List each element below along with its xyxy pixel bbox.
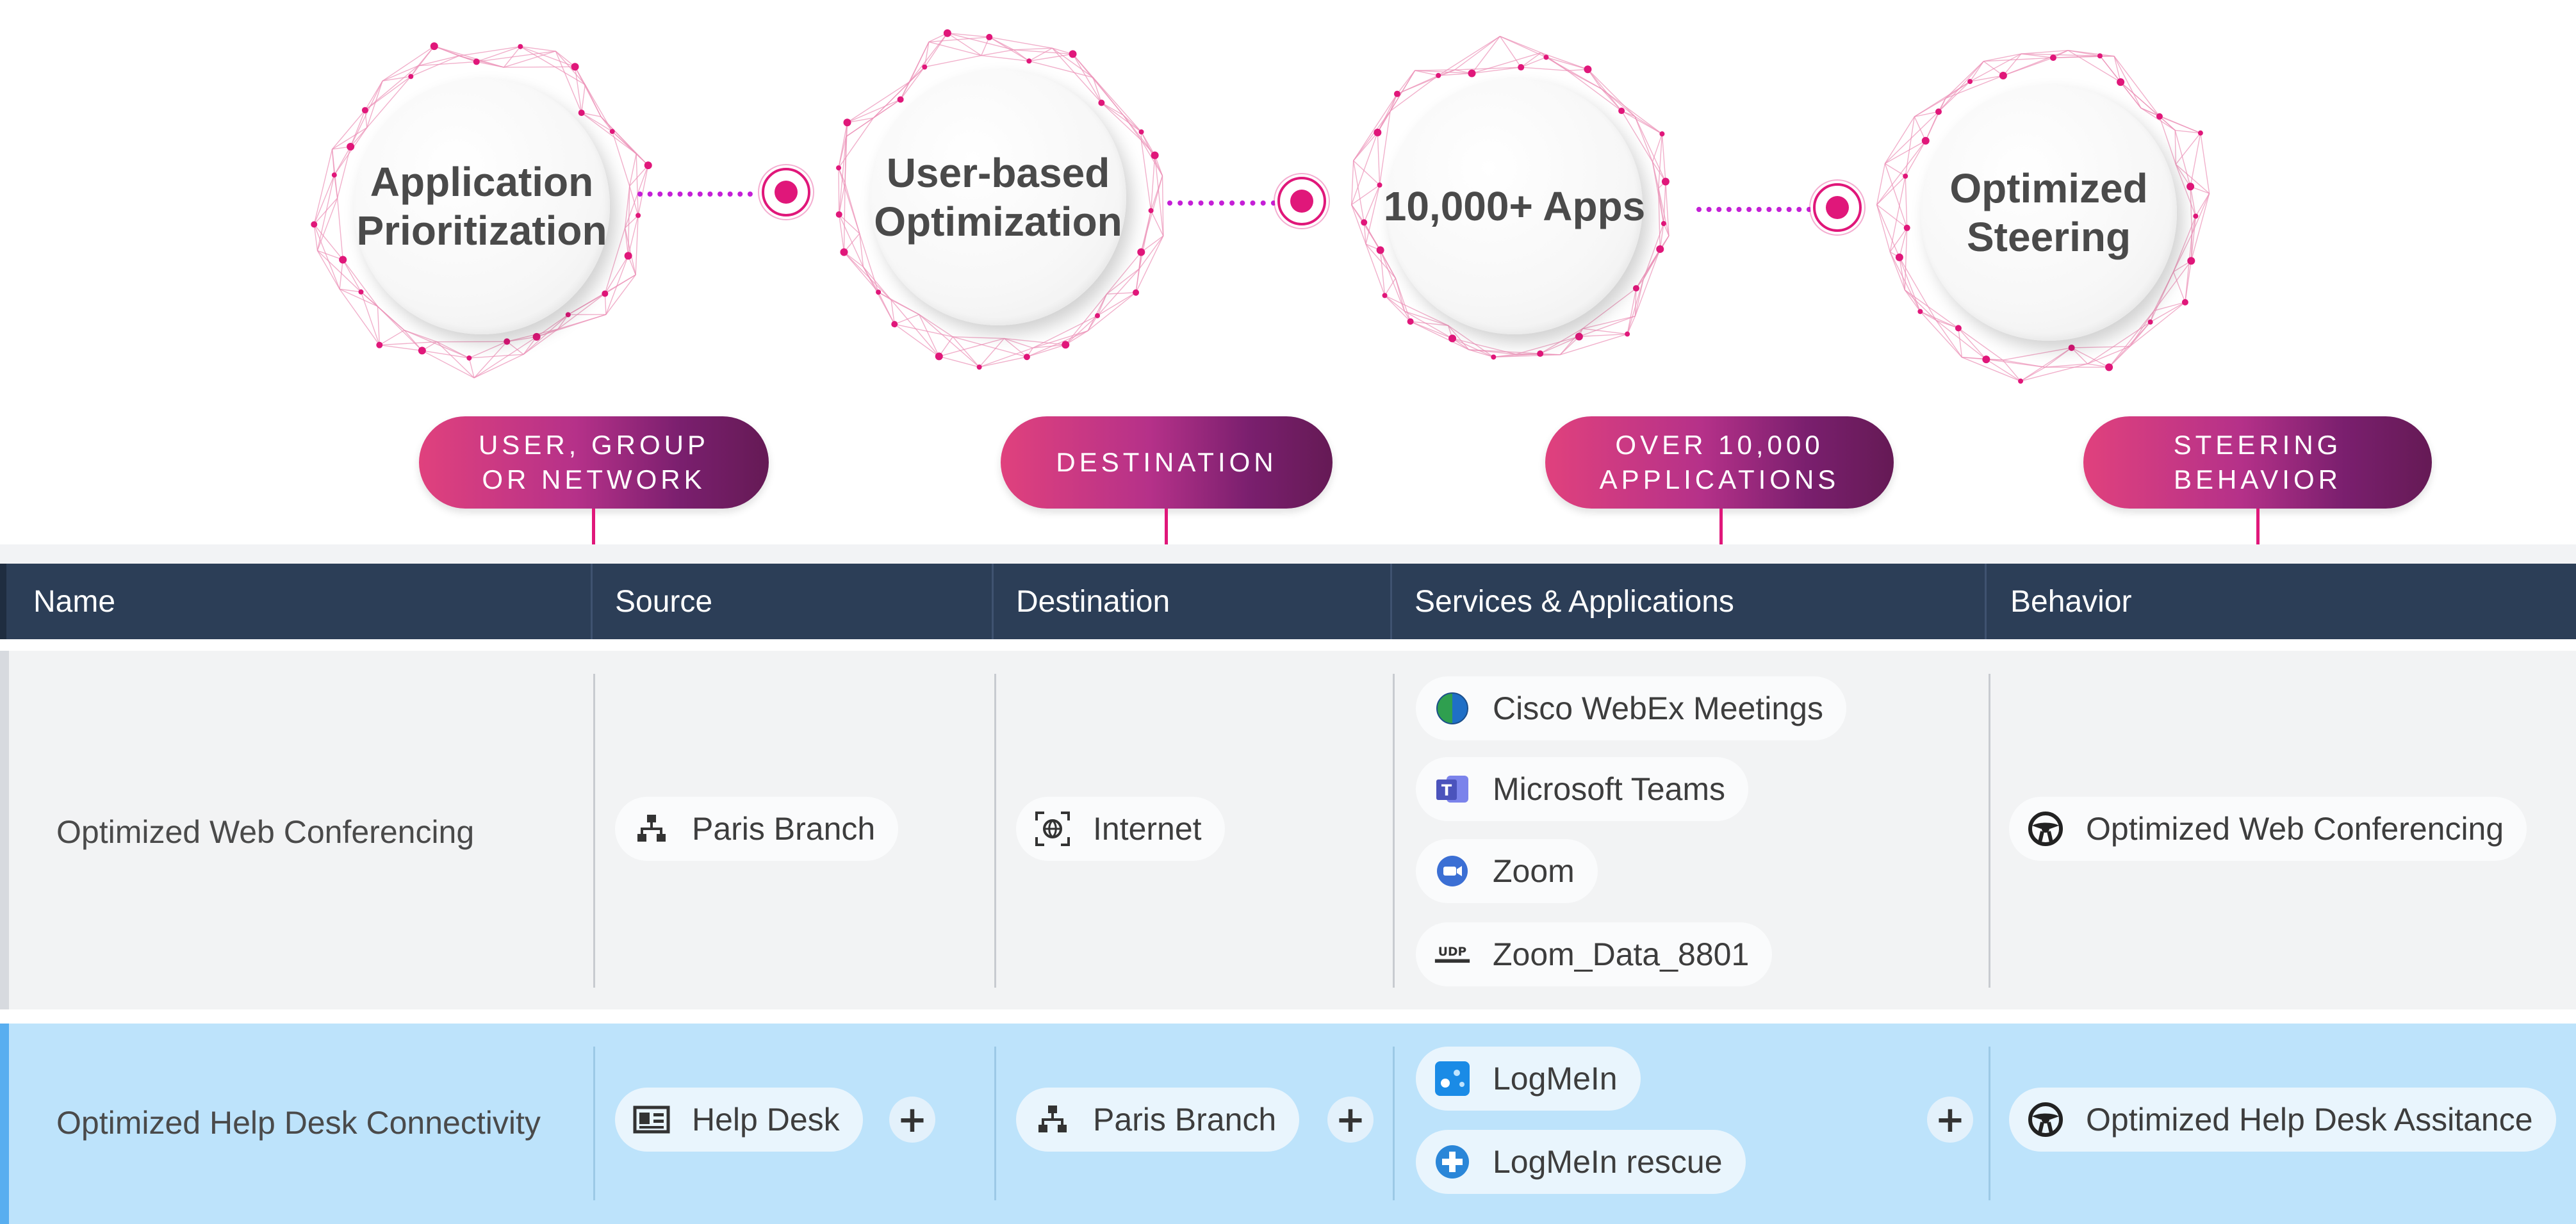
chip-label: LogMeIn rescue xyxy=(1493,1144,1723,1180)
network-hierarchy-icon xyxy=(633,810,670,847)
udp-label: UDP xyxy=(1438,945,1466,959)
feature-connector xyxy=(637,168,817,216)
table-row[interactable]: Optimized Web Conferencing Paris Branch … xyxy=(0,651,2576,1009)
column-header-destination[interactable]: Destination xyxy=(1016,564,1170,639)
behavior-chip[interactable]: Optimized Web Conferencing xyxy=(2009,797,2527,861)
feature-title: Application Prioritization xyxy=(356,159,607,254)
logmein-icon xyxy=(1434,1060,1471,1097)
feature-connector xyxy=(1696,183,1876,232)
node-dot-icon xyxy=(762,168,810,216)
tag-destination: DESTINATION xyxy=(1001,416,1333,509)
feature-title: 10,000+ Apps xyxy=(1383,183,1646,229)
add-destination-button[interactable]: + xyxy=(1327,1097,1374,1143)
svg-text:T: T xyxy=(1441,781,1452,799)
destination-chip[interactable]: Internet xyxy=(1016,797,1225,861)
logmein-rescue-icon xyxy=(1434,1143,1471,1180)
source-chip[interactable]: Help Desk xyxy=(615,1088,863,1152)
table-row[interactable]: Optimized Help Desk Connectivity Help De… xyxy=(0,1024,2576,1224)
steering-wheel-icon xyxy=(2027,1101,2064,1138)
add-service-button[interactable]: + xyxy=(1927,1097,1973,1143)
node-dot-icon xyxy=(1277,177,1326,225)
chip-label: Zoom_Data_8801 xyxy=(1493,936,1750,972)
tag-user-group-network: USER, GROUP OR NETWORK xyxy=(419,416,769,509)
microsoft-teams-icon: T xyxy=(1434,771,1471,808)
network-hierarchy-icon xyxy=(1034,1101,1071,1138)
feature-circle-optimized-steering: Optimized Steering xyxy=(1876,40,2222,386)
service-chip[interactable]: UDP Zoom_Data_8801 xyxy=(1416,922,1773,986)
table-top-band xyxy=(0,544,2576,564)
rule-name[interactable]: Optimized Web Conferencing xyxy=(56,813,474,851)
behavior-chip[interactable]: Optimized Help Desk Assitance xyxy=(2009,1088,2556,1152)
service-chip[interactable]: Cisco WebEx Meetings xyxy=(1416,676,1846,740)
column-header-name[interactable]: Name xyxy=(33,564,115,639)
chip-label: Cisco WebEx Meetings xyxy=(1493,690,1823,726)
feature-circle-application-prioritization: Application Prioritization xyxy=(309,33,655,379)
chip-label: Zoom xyxy=(1493,853,1575,889)
add-source-button[interactable]: + xyxy=(889,1097,935,1143)
chip-label: Paris Branch xyxy=(692,811,876,847)
zoom-icon xyxy=(1434,853,1471,890)
service-chip[interactable]: T Microsoft Teams xyxy=(1416,757,1749,821)
feature-circle-user-based-optimization: User-based Optimization xyxy=(825,24,1171,370)
chip-label: Internet xyxy=(1093,811,1202,847)
feature-title: User-based Optimization xyxy=(874,150,1122,245)
steering-wheel-icon xyxy=(2027,810,2064,847)
service-chip[interactable]: LogMeIn xyxy=(1416,1047,1641,1111)
udp-protocol-icon: UDP xyxy=(1434,936,1471,973)
source-chip[interactable]: Paris Branch xyxy=(615,797,899,861)
column-header-behavior[interactable]: Behavior xyxy=(2010,564,2131,639)
column-header-source[interactable]: Source xyxy=(615,564,712,639)
rule-name[interactable]: Optimized Help Desk Connectivity xyxy=(56,1104,541,1141)
chip-label: Optimized Web Conferencing xyxy=(2086,811,2504,847)
destination-chip[interactable]: Paris Branch xyxy=(1016,1088,1300,1152)
table-header: Name Source Destination Services & Appli… xyxy=(0,564,2576,639)
chip-label: Microsoft Teams xyxy=(1493,771,1726,807)
chip-label: Help Desk xyxy=(692,1102,840,1138)
tag-applications: OVER 10,000 APPLICATIONS xyxy=(1545,416,1894,509)
id-card-icon xyxy=(633,1101,670,1138)
node-dot-icon xyxy=(1813,183,1862,232)
feature-title: Optimized Steering xyxy=(1949,165,2148,260)
chip-label: Paris Branch xyxy=(1093,1102,1277,1138)
service-chip[interactable]: Zoom xyxy=(1416,839,1598,903)
internet-target-icon xyxy=(1034,810,1071,847)
column-header-services[interactable]: Services & Applications xyxy=(1415,564,1734,639)
tag-steering-behavior: STEERING BEHAVIOR xyxy=(2083,416,2432,509)
chip-label: Optimized Help Desk Assitance xyxy=(2086,1102,2533,1138)
chip-label: LogMeIn xyxy=(1493,1061,1618,1097)
cisco-webex-icon xyxy=(1434,690,1471,727)
service-chip[interactable]: LogMeIn rescue xyxy=(1416,1130,1746,1194)
feature-connector xyxy=(1167,177,1347,225)
feature-circle-10000-apps: 10,000+ Apps xyxy=(1341,33,1687,379)
